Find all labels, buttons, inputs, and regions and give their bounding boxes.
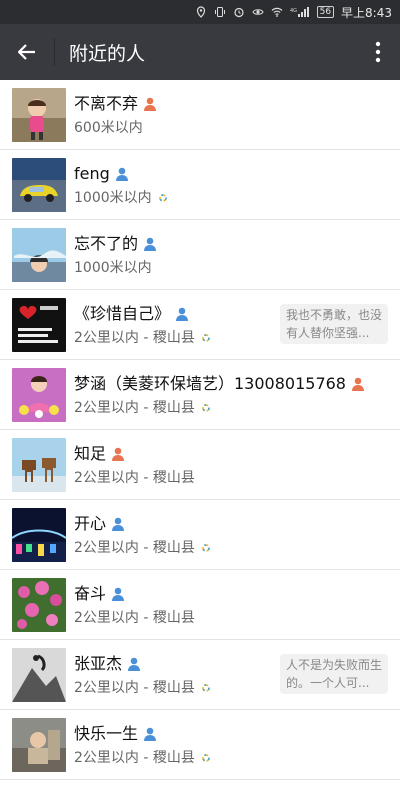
moments-ring-icon bbox=[202, 753, 210, 762]
people-list: 不离不弃 600米以内 feng 1000米以内 忘不了的 1000米以内 《珍… bbox=[0, 80, 400, 780]
person-name: 梦涵（美菱环保墙艺）13008015768 bbox=[74, 373, 346, 393]
moments-ring-icon bbox=[158, 193, 167, 202]
list-item[interactable]: 忘不了的 1000米以内 bbox=[0, 220, 400, 290]
avatar bbox=[12, 227, 66, 282]
list-item[interactable]: 奋斗 2公里以内 - 稷山县 bbox=[0, 570, 400, 640]
avatar bbox=[12, 647, 66, 702]
title-divider bbox=[54, 38, 55, 66]
person-name: 《珍惜自己》 bbox=[74, 303, 171, 323]
clock: 早上8:43 bbox=[341, 5, 392, 20]
alarm-icon bbox=[233, 6, 245, 18]
female-icon bbox=[350, 376, 366, 392]
svg-text:4G: 4G bbox=[290, 8, 297, 14]
list-item[interactable]: feng 1000米以内 bbox=[0, 150, 400, 220]
avatar bbox=[12, 157, 66, 212]
distance-label: 2公里以内 - 稷山县 bbox=[74, 399, 195, 416]
distance-label: 1000米以内 bbox=[74, 259, 152, 276]
female-icon bbox=[110, 446, 126, 462]
back-button[interactable] bbox=[0, 24, 54, 80]
male-icon bbox=[126, 656, 142, 672]
distance-label: 600米以内 bbox=[74, 119, 143, 136]
signal-icon: 4G bbox=[290, 6, 310, 18]
wifi-icon bbox=[271, 6, 283, 18]
person-name: 张亚杰 bbox=[74, 653, 123, 673]
person-name: 开心 bbox=[74, 513, 107, 533]
signature-bubble: 我也不勇敢，也没有人替你坚强... bbox=[280, 304, 388, 344]
location-icon bbox=[195, 6, 207, 18]
avatar bbox=[12, 717, 66, 772]
moments-ring-icon bbox=[202, 543, 210, 552]
list-item[interactable]: 知足 2公里以内 - 稷山县 bbox=[0, 430, 400, 500]
avatar bbox=[12, 577, 66, 632]
person-name: 知足 bbox=[74, 443, 107, 463]
avatar bbox=[12, 437, 66, 492]
distance-label: 2公里以内 - 稷山县 bbox=[74, 679, 195, 696]
distance-label: 1000米以内 bbox=[74, 189, 152, 206]
title-bar: 附近的人 bbox=[0, 24, 400, 80]
person-name: feng bbox=[74, 163, 110, 183]
more-menu-button[interactable] bbox=[356, 24, 400, 80]
list-item[interactable]: 开心 2公里以内 - 稷山县 bbox=[0, 500, 400, 570]
distance-label: 2公里以内 - 稷山县 bbox=[74, 469, 195, 486]
list-item[interactable]: 不离不弃 600米以内 bbox=[0, 80, 400, 150]
male-icon bbox=[142, 726, 158, 742]
page-title: 附近的人 bbox=[69, 42, 146, 65]
status-bar: 4G 56 早上8:43 bbox=[0, 0, 400, 24]
avatar bbox=[12, 87, 66, 142]
eye-icon bbox=[252, 6, 264, 18]
more-vertical-icon bbox=[375, 41, 381, 63]
avatar bbox=[12, 367, 66, 422]
list-item[interactable]: 快乐一生 2公里以内 - 稷山县 bbox=[0, 710, 400, 780]
list-item[interactable]: 《珍惜自己》 2公里以内 - 稷山县 我也不勇敢，也没有人替你坚强... bbox=[0, 290, 400, 360]
avatar bbox=[12, 297, 66, 352]
distance-label: 2公里以内 - 稷山县 bbox=[74, 329, 195, 346]
vibrate-icon bbox=[214, 6, 226, 18]
avatar bbox=[12, 507, 66, 562]
moments-ring-icon bbox=[202, 683, 210, 692]
moments-ring-icon bbox=[202, 403, 210, 412]
person-name: 忘不了的 bbox=[74, 233, 139, 253]
list-item[interactable]: 梦涵（美菱环保墙艺）13008015768 2公里以内 - 稷山县 bbox=[0, 360, 400, 430]
back-arrow-icon bbox=[17, 44, 35, 60]
list-item[interactable]: 张亚杰 2公里以内 - 稷山县 人不是为失败而生的。一个人可... bbox=[0, 640, 400, 710]
female-icon bbox=[142, 96, 158, 112]
distance-label: 2公里以内 - 稷山县 bbox=[74, 749, 195, 766]
battery-indicator: 56 bbox=[316, 6, 335, 18]
male-icon bbox=[114, 166, 130, 182]
distance-label: 2公里以内 - 稷山县 bbox=[74, 539, 195, 556]
person-name: 奋斗 bbox=[74, 583, 107, 603]
person-name: 不离不弃 bbox=[74, 93, 139, 113]
moments-ring-icon bbox=[202, 333, 210, 342]
male-icon bbox=[110, 516, 126, 532]
signature-bubble: 人不是为失败而生的。一个人可... bbox=[280, 654, 388, 694]
male-icon bbox=[142, 236, 158, 252]
male-icon bbox=[110, 586, 126, 602]
person-name: 快乐一生 bbox=[74, 723, 139, 743]
distance-label: 2公里以内 - 稷山县 bbox=[74, 609, 195, 626]
male-icon bbox=[174, 306, 190, 322]
